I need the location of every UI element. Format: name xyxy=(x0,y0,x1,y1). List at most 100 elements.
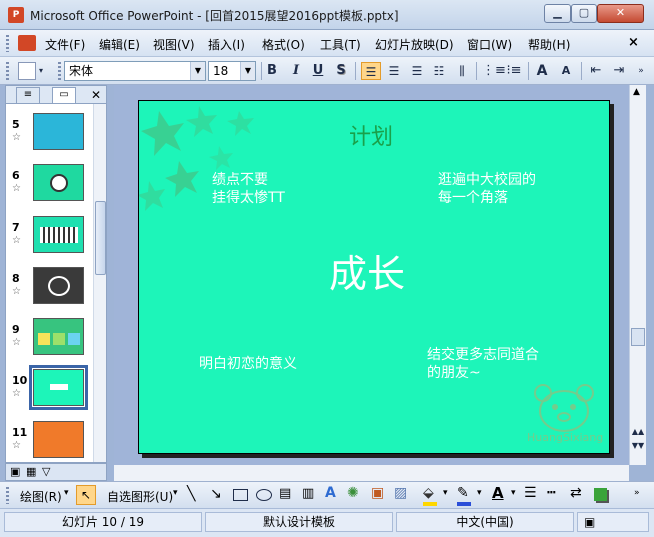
chevron-down-icon[interactable]: ▾ xyxy=(511,488,516,498)
decrease-indent-icon[interactable]: ⇤ xyxy=(587,62,605,80)
powerpoint-app-icon[interactable]: P xyxy=(8,7,24,23)
slide-canvas[interactable]: 计划 绩点不要 挂得太惨TT 逛遍中大校园的 每一个角落 成长 明白初恋的意义 … xyxy=(138,100,610,454)
font-size-select[interactable]: 18 ▼ xyxy=(208,61,256,81)
slide-thumbnail[interactable] xyxy=(33,421,84,458)
slides-pane-scrollbar[interactable] xyxy=(93,104,106,462)
bold-button[interactable]: B xyxy=(265,62,279,80)
autoshapes-menu-button[interactable]: 自选图形(U) xyxy=(107,488,173,505)
increase-indent-icon[interactable]: ⇥ xyxy=(610,62,628,80)
pane-close-icon[interactable]: ✕ xyxy=(91,88,101,102)
language-status[interactable]: 中文(中国) xyxy=(396,512,574,532)
slide-thumbnail[interactable] xyxy=(33,267,84,304)
slide-text-top-right[interactable]: 逛遍中大校园的 xyxy=(438,171,536,189)
bulleted-list-icon[interactable]: ⁝≡ xyxy=(505,62,523,80)
font-color-icon[interactable]: A xyxy=(492,484,504,502)
slideshow-icon[interactable]: ▽ xyxy=(42,465,50,478)
toolbar-grip-icon[interactable] xyxy=(6,62,9,80)
slide-text-top-left-2[interactable]: 挂得太惨TT xyxy=(212,189,285,207)
slide-title[interactable]: 计划 xyxy=(349,119,393,151)
slide-text-bottom-left[interactable]: 明白初恋的意义 xyxy=(199,355,297,373)
wordart-icon[interactable]: A xyxy=(325,485,336,501)
align-left-icon[interactable]: ☰ xyxy=(361,62,381,80)
slide-thumbnail[interactable] xyxy=(33,216,84,253)
arrow-tool-icon[interactable]: ↘ xyxy=(210,486,222,502)
next-slide-icon[interactable]: ▼▼ xyxy=(631,440,645,453)
scroll-thumb[interactable] xyxy=(631,328,645,346)
menu-edit[interactable]: 编辑(E) xyxy=(99,36,140,53)
shadow-style-icon[interactable] xyxy=(594,488,607,501)
slide-vertical-scrollbar[interactable]: ▲ ▲▲ ▼▼ xyxy=(629,85,646,465)
toolbar-options-icon[interactable]: » xyxy=(634,62,648,80)
align-right-icon[interactable]: ☰ xyxy=(408,62,426,80)
fill-color-icon[interactable]: ⬙ xyxy=(423,485,434,501)
spelling-icon[interactable]: ▣ xyxy=(577,512,649,532)
maximize-button[interactable]: ▢ xyxy=(571,4,597,23)
select-pointer-icon[interactable]: ↖ xyxy=(76,485,96,505)
numbered-list-icon[interactable]: ⋮≡ xyxy=(482,62,506,80)
oval-tool-icon[interactable] xyxy=(256,489,272,501)
chevron-down-icon[interactable]: ▾ xyxy=(37,62,45,80)
slide-thumbnail[interactable] xyxy=(33,164,84,201)
slide-text-bottom-right-2[interactable]: 的朋友~ xyxy=(427,364,481,382)
menu-help[interactable]: 帮助(H) xyxy=(528,36,570,53)
slide-text-top-left[interactable]: 绩点不要 xyxy=(212,171,268,189)
toolbar-options-icon[interactable]: » xyxy=(634,488,640,498)
dash-style-icon[interactable]: ┅ xyxy=(547,485,555,501)
menu-tools[interactable]: 工具(T) xyxy=(320,36,361,53)
clipart-icon[interactable]: ▣ xyxy=(371,485,384,501)
close-button[interactable]: ✕ xyxy=(597,4,644,23)
chevron-down-icon[interactable]: ▾ xyxy=(173,488,178,498)
toolbar-grip-icon[interactable] xyxy=(6,487,9,504)
chevron-down-icon[interactable]: ▼ xyxy=(190,62,205,80)
menu-slideshow[interactable]: 幻灯片放映(D) xyxy=(375,36,454,53)
menu-view[interactable]: 视图(V) xyxy=(153,36,195,53)
shadow-button[interactable]: S xyxy=(334,62,348,80)
scroll-up-icon[interactable]: ▲ xyxy=(633,87,640,97)
document-icon[interactable] xyxy=(18,35,36,51)
slide-text-bottom-right[interactable]: 结交更多志同道合 xyxy=(427,346,539,364)
normal-view-icon[interactable]: ▣ xyxy=(10,465,20,478)
chevron-down-icon[interactable]: ▼ xyxy=(240,62,255,80)
vertical-text-icon[interactable]: ⫼ xyxy=(453,62,471,80)
outline-tab[interactable]: ≡ xyxy=(16,87,40,103)
line-tool-icon[interactable]: ╲ xyxy=(187,486,195,502)
slides-tab[interactable]: ▭ xyxy=(52,87,76,103)
slide-thumbnail[interactable] xyxy=(33,113,84,150)
textbox-tool-icon[interactable]: ▤ xyxy=(279,486,291,501)
slide-center-text[interactable]: 成长 xyxy=(329,253,405,295)
font-name-select[interactable]: 宋体 ▼ xyxy=(64,61,206,81)
picture-icon[interactable]: ▨ xyxy=(394,485,407,501)
line-style-icon[interactable]: ☰ xyxy=(524,485,537,501)
menu-insert[interactable]: 插入(I) xyxy=(208,36,245,53)
slide-thumbnail[interactable] xyxy=(33,318,84,355)
new-document-icon[interactable] xyxy=(18,62,36,80)
slide-text-top-right-2[interactable]: 每一个角落 xyxy=(438,189,508,207)
line-color-icon[interactable]: ✎ xyxy=(457,485,469,501)
menu-file[interactable]: 文件(F) xyxy=(45,36,85,53)
toolbar-grip-icon[interactable] xyxy=(58,62,61,80)
italic-button[interactable]: I xyxy=(289,62,303,80)
menu-format[interactable]: 格式(O) xyxy=(262,36,305,53)
scroll-thumb[interactable] xyxy=(95,201,106,275)
distribute-icon[interactable]: ☷ xyxy=(430,62,448,80)
vertical-textbox-icon[interactable]: ▥ xyxy=(302,486,314,501)
arrow-style-icon[interactable]: ⇄ xyxy=(570,485,582,501)
horizontal-scrollbar[interactable] xyxy=(114,465,629,481)
previous-slide-icon[interactable]: ▲▲ xyxy=(631,426,645,439)
menu-window[interactable]: 窗口(W) xyxy=(467,36,512,53)
shrink-font-button[interactable]: A xyxy=(557,62,575,80)
underline-button[interactable]: U xyxy=(311,62,325,80)
align-center-icon[interactable]: ☰ xyxy=(385,62,403,80)
minimize-button[interactable]: ▁ xyxy=(544,4,571,23)
slide-sorter-icon[interactable]: ▦ xyxy=(26,465,36,478)
chevron-down-icon[interactable]: ▾ xyxy=(477,488,482,498)
rectangle-tool-icon[interactable] xyxy=(233,489,248,501)
menu-grip-icon[interactable] xyxy=(6,35,9,52)
document-close-icon[interactable]: × xyxy=(628,35,639,50)
template-status[interactable]: 默认设计模板 xyxy=(205,512,393,532)
grow-font-button[interactable]: A xyxy=(533,62,551,80)
chevron-down-icon[interactable]: ▾ xyxy=(443,488,448,498)
slide-thumbnail-selected[interactable] xyxy=(29,365,88,410)
draw-menu-button[interactable]: 绘图(R) xyxy=(20,488,62,505)
diagram-icon[interactable]: ✺ xyxy=(347,485,359,501)
